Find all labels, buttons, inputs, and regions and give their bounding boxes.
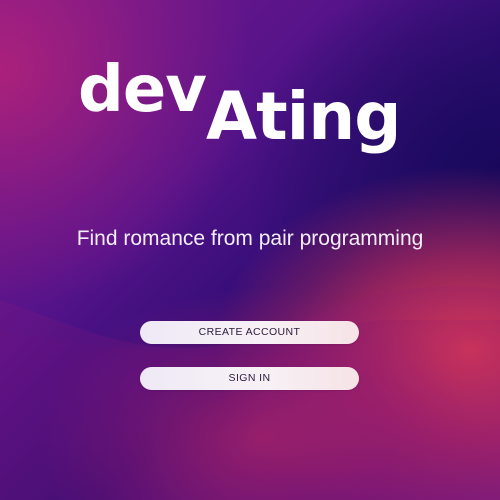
tagline: Find romance from pair programming [76, 227, 424, 250]
welcome-screen: dev Ating Find romance from pair program… [0, 0, 500, 500]
sign-in-button[interactable]: SIGN IN [140, 367, 359, 390]
logo-text-ating: Ating [206, 78, 401, 155]
create-account-button[interactable]: CREATE ACCOUNT [140, 321, 359, 344]
app-logo: dev Ating [78, 58, 418, 158]
logo-text-dev: dev [78, 53, 207, 127]
